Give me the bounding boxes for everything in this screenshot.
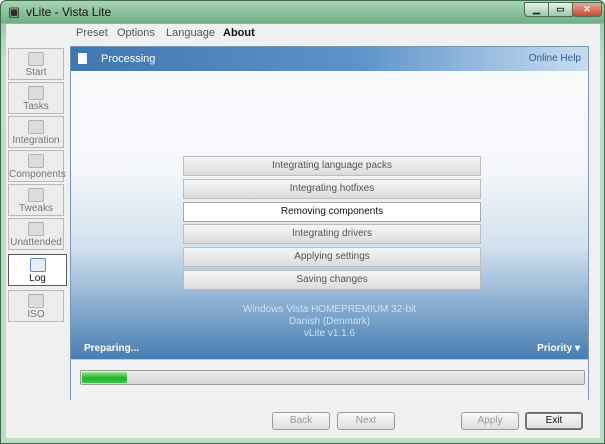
info-language: Danish (Denmark) [288, 316, 371, 327]
sidebar-item-log[interactable]: Log [8, 254, 67, 286]
sidebar-item-components[interactable]: Components [8, 150, 66, 182]
iso-icon [28, 294, 44, 308]
sidebar-item-start[interactable]: Start [8, 48, 64, 80]
client-area: Preset Options Language About Start Task… [6, 24, 600, 438]
sidebar-item-label: Unattended [10, 237, 62, 248]
panel-title: Processing [101, 53, 156, 65]
apply-button[interactable]: Apply [461, 412, 519, 430]
minimize-button[interactable]: ▁ [524, 2, 549, 17]
vlite-app-icon[interactable]: ▣ [7, 5, 21, 19]
sidebar-item-label: Start [25, 67, 47, 78]
sidebar-item-label: Tasks [23, 101, 49, 112]
panel-header: Processing Online Help [71, 47, 588, 71]
step-saving-changes: Saving changes [183, 270, 481, 290]
step-removing-components: Removing components [183, 202, 481, 222]
chevron-down-icon: ▾ [574, 343, 580, 354]
sidebar-item-tweaks[interactable]: Tweaks [8, 184, 64, 216]
menu-preset[interactable]: Preset [76, 27, 108, 39]
sidebar-item-label: Log [29, 273, 46, 284]
step-integrating-hotfixes: Integrating hotfixes [183, 179, 481, 199]
maximize-button[interactable]: ▭ [548, 2, 573, 17]
step-applying-settings: Applying settings [183, 247, 481, 267]
priority-label: Priority [537, 343, 573, 354]
sidebar-item-integration[interactable]: Integration [8, 116, 64, 148]
window-title: vLite - Vista Lite [26, 5, 112, 19]
priority-dropdown[interactable]: Priority ▾ [537, 343, 580, 354]
sidebar-item-label: Tweaks [19, 203, 53, 214]
info-edition: Windows Vista HOMEPREMIUM 32-bit [242, 304, 417, 315]
progress-area [71, 359, 588, 400]
sidebar-item-label: Integration [12, 135, 60, 146]
tweaks-icon [28, 188, 44, 202]
components-icon [28, 154, 44, 168]
start-icon [28, 52, 44, 66]
info-version: vLite v1.1.6 [303, 328, 356, 339]
tasks-icon [28, 86, 44, 100]
processing-panel: Processing Online Help Integrating langu… [70, 46, 589, 400]
exit-button[interactable]: Exit [525, 412, 583, 430]
title-bar[interactable]: ▣ vLite - Vista Lite ▁ ▭ ✕ [1, 1, 604, 23]
menu-language[interactable]: Language [166, 27, 215, 39]
menu-bar: Preset Options Language About [6, 24, 600, 45]
sidebar-item-label: Components [9, 169, 66, 180]
app-window: ▣ vLite - Vista Lite ▁ ▭ ✕ Preset Option… [0, 0, 605, 444]
menu-about[interactable]: About [223, 27, 255, 39]
close-button[interactable]: ✕ [572, 2, 602, 17]
unattended-icon [28, 222, 44, 236]
sidebar-item-unattended[interactable]: Unattended [8, 218, 64, 250]
online-help-link[interactable]: Online Help [529, 53, 581, 64]
sidebar-item-tasks[interactable]: Tasks [8, 82, 64, 114]
menu-options[interactable]: Options [117, 27, 155, 39]
status-text: Preparing... [84, 343, 140, 354]
progress-bar [80, 370, 585, 385]
progress-bar-fill [82, 372, 128, 383]
next-button[interactable]: Next [337, 412, 395, 430]
document-icon [78, 53, 87, 64]
step-integrating-drivers: Integrating drivers [183, 224, 481, 244]
step-integrating-language-packs: Integrating language packs [183, 156, 481, 176]
log-icon [29, 258, 46, 272]
sidebar-item-iso[interactable]: ISO [8, 290, 64, 322]
back-button[interactable]: Back [272, 412, 330, 430]
integration-icon [28, 120, 44, 134]
sidebar-item-label: ISO [27, 309, 45, 320]
